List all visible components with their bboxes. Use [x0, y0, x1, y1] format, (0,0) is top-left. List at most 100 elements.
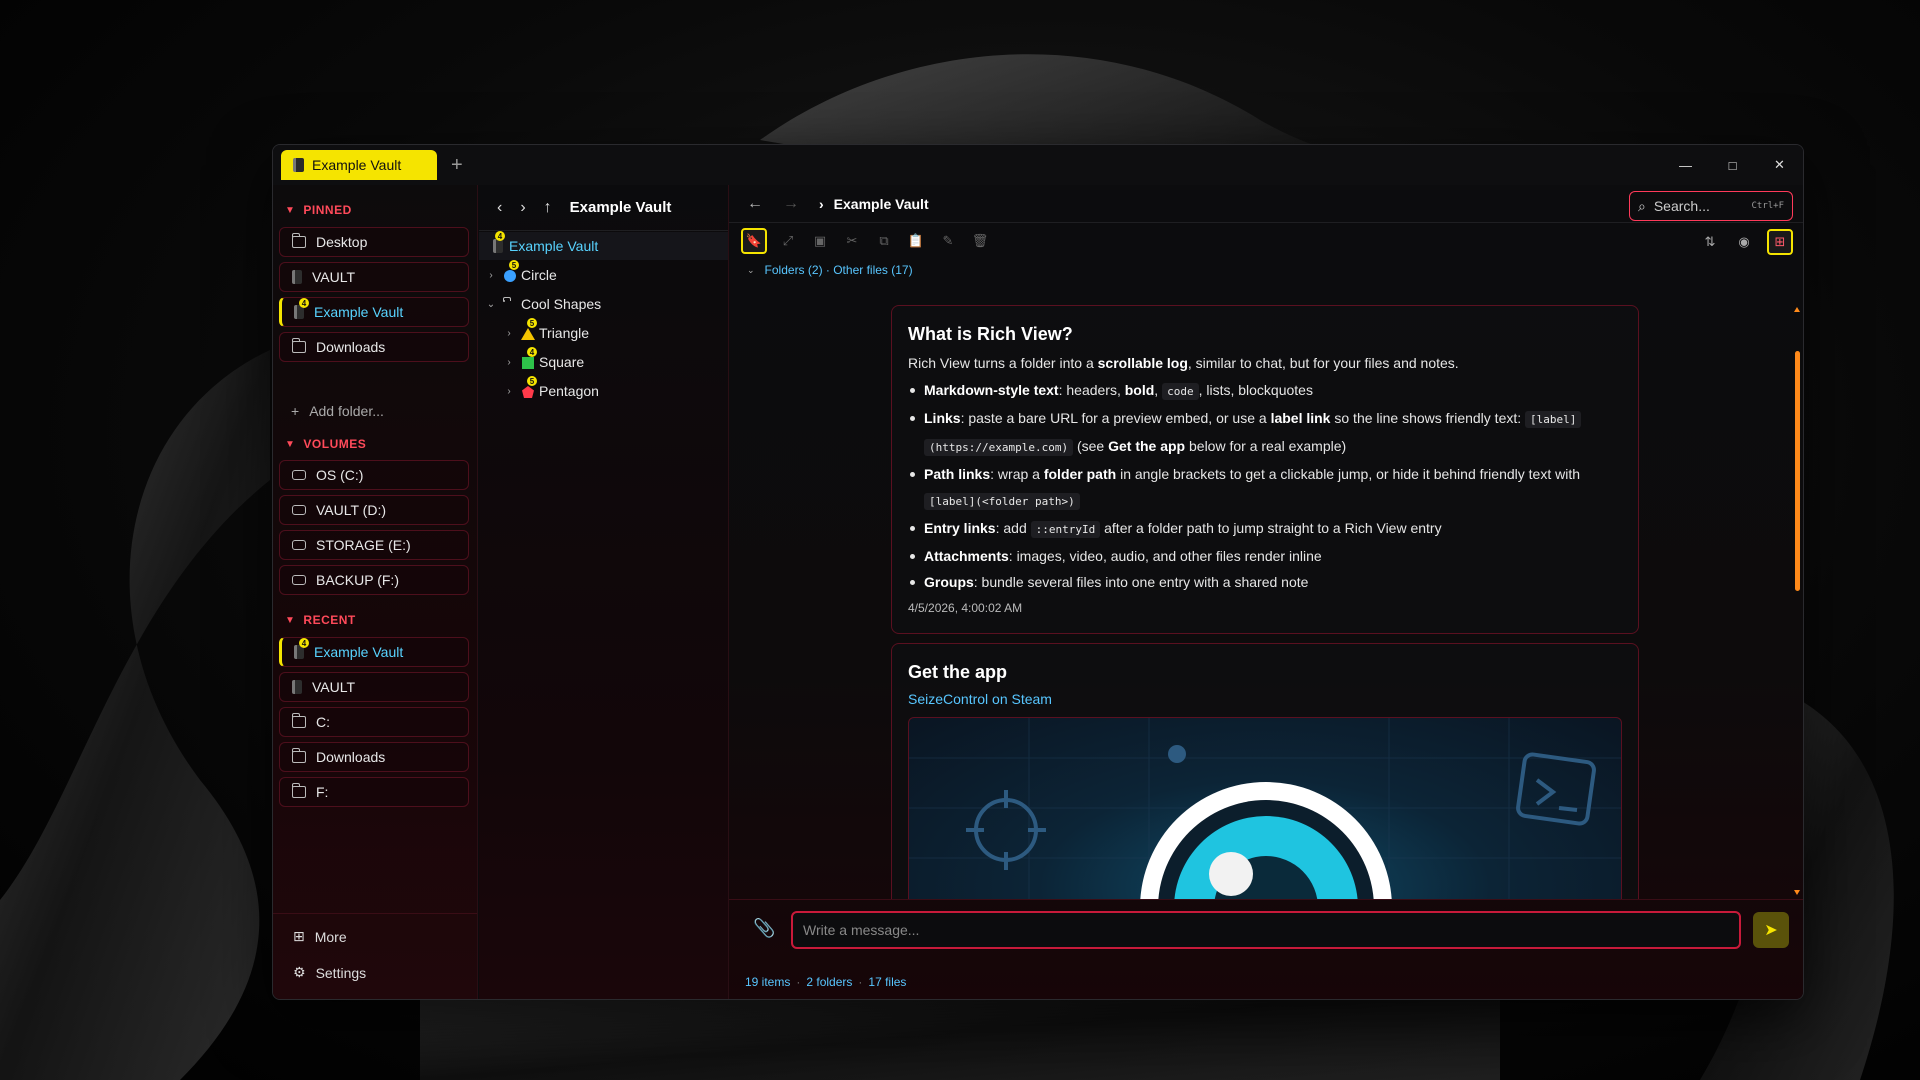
file-count: 17 files — [868, 975, 907, 989]
send-button[interactable]: ➤ — [1753, 912, 1789, 948]
tab-example-vault[interactable]: Example Vault — [281, 150, 437, 180]
cut-icon[interactable]: ✂ — [841, 230, 863, 252]
folder-icon — [502, 297, 517, 311]
eye-icon[interactable]: ◉ — [1733, 231, 1755, 253]
breadcrumb[interactable]: › Example Vault — [819, 196, 929, 212]
sidebar-item-desktop[interactable]: Desktop — [279, 227, 469, 257]
title-bar: Example Vault + — □ ✕ — [273, 145, 1803, 185]
folder-icon — [291, 233, 306, 248]
expand-icon[interactable]: ⤢ — [777, 230, 799, 252]
drive-icon — [292, 540, 306, 550]
entry-timestamp: 4/5/2026, 4:00:02 AM — [908, 601, 1023, 615]
recent-item-c[interactable]: C: — [279, 707, 469, 737]
list-item: Groups: bundle several files into one en… — [908, 569, 1622, 595]
search-shortcut: Ctrl+F — [1751, 201, 1784, 211]
copy-icon[interactable]: ⧉ — [873, 230, 895, 252]
sidebar-item-example-vault[interactable]: 4 Example Vault — [279, 297, 469, 327]
more-button[interactable]: ⊞ More — [293, 928, 347, 945]
item-count: 19 items — [745, 975, 791, 989]
feed-scrollbar[interactable] — [1794, 307, 1800, 895]
tree-item-cool-shapes[interactable]: ⌄ Cool Shapes — [479, 290, 728, 318]
vault-icon: 4 — [491, 231, 505, 253]
feature-list: Markdown-style text: headers, bold, code… — [908, 377, 1622, 595]
settings-button[interactable]: ⚙ Settings — [293, 964, 366, 981]
new-tab-button[interactable]: + — [451, 155, 463, 175]
chevron-right-icon: › — [507, 327, 511, 339]
window-controls: — □ ✕ — [1662, 145, 1803, 185]
tree-header: ‹ › ↑ Example Vault — [479, 185, 728, 231]
folder-tree-panel: ‹ › ↑ Example Vault 4 Example Vault › 5 … — [479, 185, 729, 999]
sidebar-item-volume-d[interactable]: VAULT (D:) — [279, 495, 469, 525]
list-item: Markdown-style text: headers, bold, code… — [908, 377, 1622, 405]
chevron-right-icon: › — [819, 195, 824, 212]
image-icon[interactable]: ▣ — [809, 230, 831, 252]
folder-filter[interactable]: ⌄ Folders (2) · Other files (17) — [729, 259, 1803, 281]
sidebar-item-downloads[interactable]: Downloads — [279, 332, 469, 362]
drive-icon — [292, 505, 306, 515]
forward-icon[interactable]: › — [520, 199, 525, 217]
count-badge: 4 — [527, 347, 537, 357]
add-folder-button[interactable]: + Add folder... — [291, 403, 384, 419]
bookmark-icon[interactable]: 🔖 — [741, 228, 767, 254]
rename-icon[interactable]: ✎ — [937, 230, 959, 252]
up-arrow-icon[interactable]: ↑ — [544, 199, 552, 217]
chevron-down-icon: ⌄ — [486, 298, 496, 310]
tree-title: Example Vault — [569, 199, 672, 216]
message-input[interactable]: Write a message... — [791, 911, 1741, 949]
recent-item-example-vault[interactable]: 4 Example Vault — [279, 637, 469, 667]
drive-icon — [292, 575, 306, 585]
gear-icon: ⚙ — [293, 964, 306, 980]
list-item: Entry links: add ::entryId after a folde… — [908, 515, 1622, 543]
sidebar-item-volume-c[interactable]: OS (C:) — [279, 460, 469, 490]
count-badge: 4 — [299, 638, 309, 648]
pinned-section-header[interactable]: ▼ PINNED — [273, 203, 352, 217]
recent-item-vault[interactable]: VAULT — [279, 672, 469, 702]
grid-view-icon[interactable]: ⊞ — [1767, 229, 1793, 255]
tree-item-circle[interactable]: › 5 Circle — [479, 260, 728, 289]
send-icon: ➤ — [1764, 922, 1778, 939]
pentagon-icon: 5 — [521, 376, 537, 398]
search-input[interactable]: ⌕ Search... Ctrl+F — [1629, 191, 1793, 221]
sort-icon[interactable]: ⇅ — [1699, 231, 1721, 253]
circle-icon: 5 — [503, 260, 519, 282]
list-item: Path links: wrap a folder path in angle … — [908, 461, 1622, 515]
trash-icon[interactable]: 🗑 — [969, 230, 991, 252]
rich-view-panel: ← → › Example Vault ⌕ Search... Ctrl+F 🔖… — [729, 185, 1803, 999]
back-icon[interactable]: ← — [747, 195, 763, 213]
minimize-button[interactable]: — — [1662, 145, 1709, 185]
forward-icon[interactable]: → — [783, 195, 799, 213]
tree-item-triangle[interactable]: › 5 Triangle — [479, 318, 728, 347]
card-title: Get the app — [908, 662, 1008, 682]
count-badge: 5 — [527, 318, 537, 328]
sidebar-item-volume-f[interactable]: BACKUP (F:) — [279, 565, 469, 595]
app-preview-image[interactable] — [908, 717, 1622, 899]
folder-icon — [291, 338, 306, 353]
separator: · — [796, 975, 801, 989]
paperclip-icon[interactable]: 📎 — [753, 918, 775, 939]
tree-item-pentagon[interactable]: › 5 Pentagon — [479, 376, 728, 405]
close-button[interactable]: ✕ — [1756, 145, 1803, 185]
scroll-thumb[interactable] — [1795, 351, 1800, 591]
recent-item-downloads[interactable]: Downloads — [279, 742, 469, 772]
grid-icon: ⊞ — [293, 928, 305, 944]
folder-icon — [291, 748, 306, 763]
square-icon: 4 — [521, 347, 537, 369]
steam-link[interactable]: SeizeControl on Steam — [908, 691, 1052, 707]
maximize-button[interactable]: □ — [1709, 145, 1756, 185]
chevron-down-icon: ▼ — [285, 204, 296, 216]
sidebar-item-vault[interactable]: VAULT — [279, 262, 469, 292]
tree-item-square[interactable]: › 4 Square — [479, 347, 728, 376]
vault-icon — [292, 270, 302, 284]
recent-item-f[interactable]: F: — [279, 777, 469, 807]
count-badge: 5 — [527, 376, 537, 386]
entry-card: What is Rich View? Rich View turns a fol… — [891, 305, 1639, 634]
chevron-down-icon: ▼ — [285, 438, 296, 450]
recent-section-header[interactable]: ▼ RECENT — [273, 613, 356, 627]
tree-item-example-vault[interactable]: 4 Example Vault — [479, 231, 728, 260]
triangle-icon: 5 — [521, 318, 537, 340]
volumes-section-header[interactable]: ▼ VOLUMES — [273, 437, 366, 451]
sidebar-item-volume-e[interactable]: STORAGE (E:) — [279, 530, 469, 560]
paste-icon[interactable]: 📋 — [905, 230, 927, 252]
back-icon[interactable]: ‹ — [497, 199, 502, 217]
sidebar: ▼ PINNED Desktop VAULT 4 Example Vault D… — [273, 185, 478, 999]
